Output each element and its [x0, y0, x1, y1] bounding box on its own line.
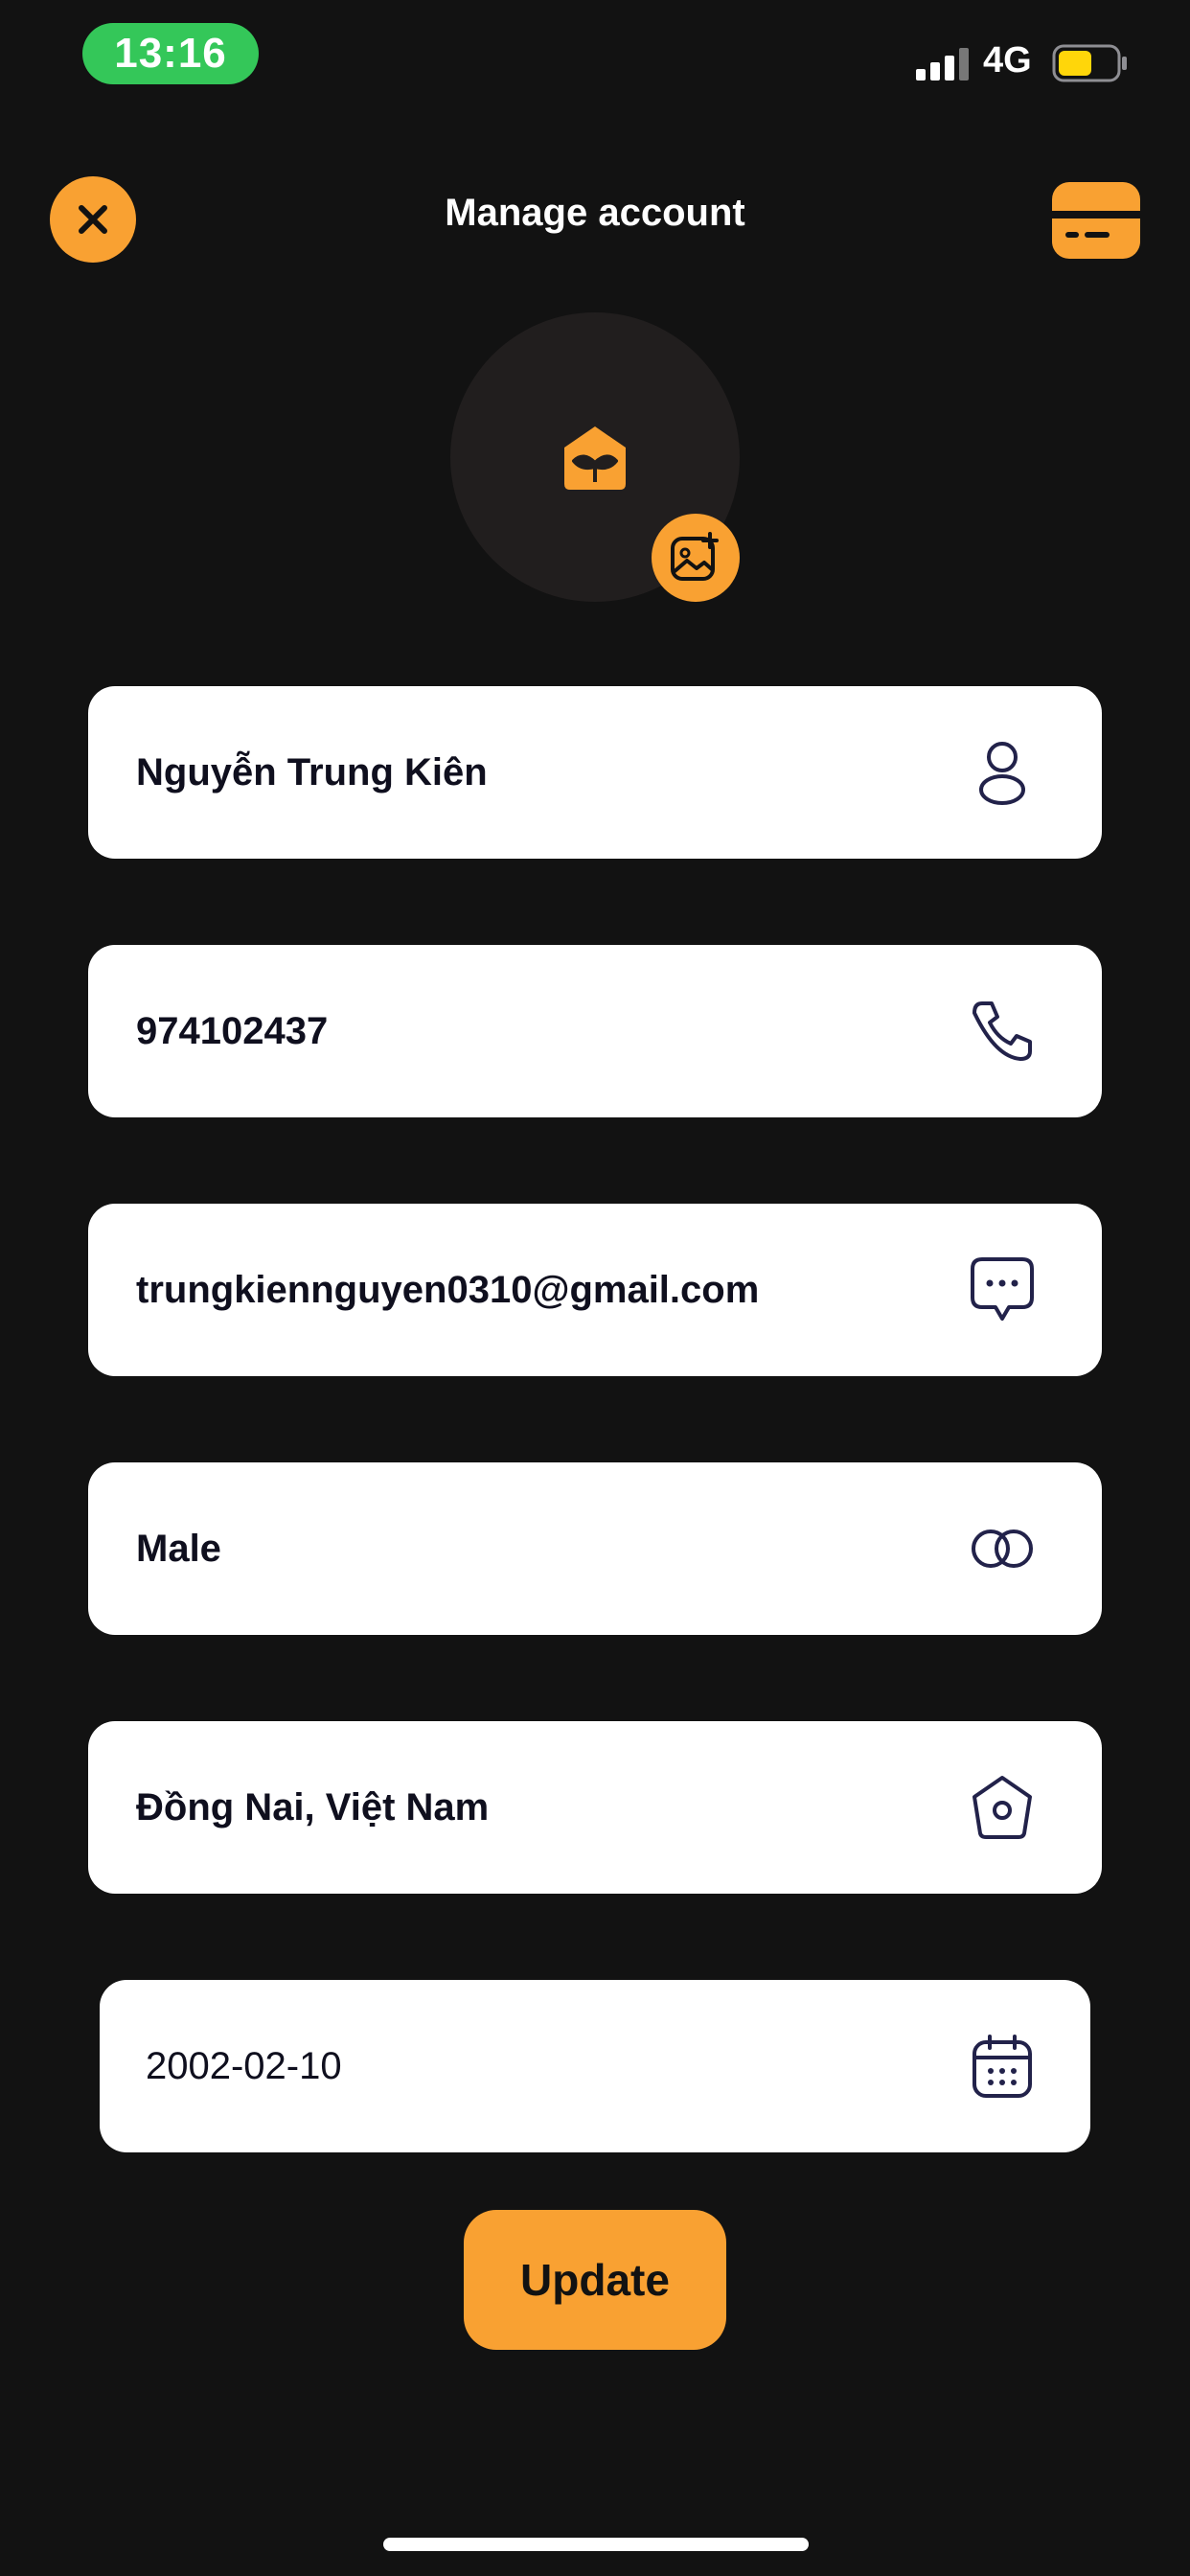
- card-button[interactable]: [1052, 182, 1140, 259]
- birthday-value: 2002-02-10: [146, 2044, 342, 2087]
- page-title: Manage account: [445, 192, 745, 234]
- calendar-icon: [964, 2028, 1041, 2104]
- gender-icon: [964, 1510, 1041, 1587]
- birthday-field[interactable]: 2002-02-10: [100, 1980, 1090, 2152]
- network-label: 4G: [983, 40, 1032, 80]
- change-photo-button[interactable]: [652, 514, 740, 602]
- home-icon: [964, 1769, 1041, 1846]
- address-field[interactable]: Đồng Nai, Việt Nam: [88, 1721, 1102, 1894]
- name-field[interactable]: Nguyễn Trung Kiên: [88, 686, 1102, 859]
- card-icon: [1052, 211, 1140, 238]
- address-value: Đồng Nai, Việt Nam: [136, 1785, 490, 1828]
- email-value: trungkiennguyen0310@gmail.com: [136, 1268, 760, 1311]
- status-time: 13:16: [82, 23, 259, 84]
- person-icon: [964, 734, 1041, 811]
- home-indicator: [383, 2538, 809, 2551]
- phone-value: 974102437: [136, 1009, 329, 1052]
- name-value: Nguyễn Trung Kiên: [136, 750, 488, 794]
- phone-icon: [964, 993, 1041, 1070]
- signal-icon: [916, 48, 969, 80]
- image-add-icon: [671, 532, 719, 581]
- message-icon: [964, 1252, 1041, 1328]
- email-field[interactable]: trungkiennguyen0310@gmail.com: [88, 1204, 1102, 1376]
- battery-icon: [1052, 44, 1127, 82]
- phone-field[interactable]: 974102437: [88, 945, 1102, 1117]
- logo-icon: [564, 426, 626, 490]
- gender-value: Male: [136, 1527, 221, 1570]
- status-time-text: 13:16: [114, 30, 227, 77]
- gender-field[interactable]: Male: [88, 1462, 1102, 1635]
- update-button[interactable]: Update: [464, 2210, 726, 2350]
